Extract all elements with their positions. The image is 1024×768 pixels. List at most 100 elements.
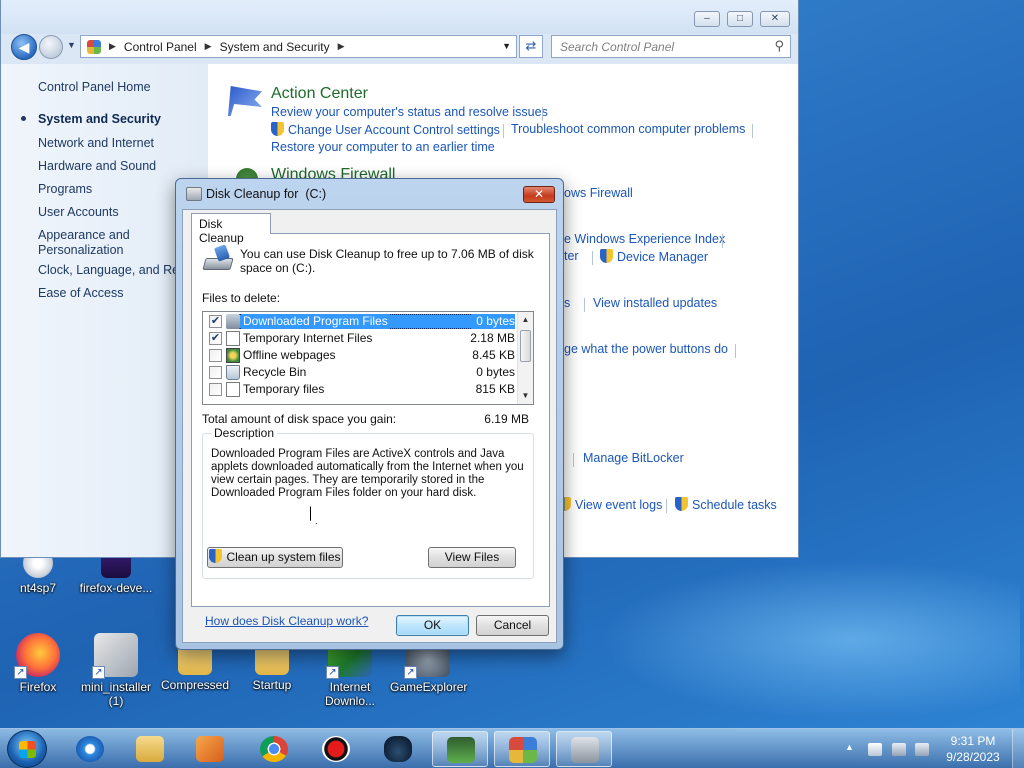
link-restore[interactable]: Restore your computer to an earlier time [271, 140, 495, 154]
refresh-button[interactable]: ⇄ [519, 35, 543, 58]
list-item[interactable]: Recycle Bin 0 bytes [203, 364, 519, 381]
close-button[interactable]: ✕ [760, 11, 790, 27]
forward-button[interactable] [39, 35, 63, 59]
back-button[interactable]: ◀ [11, 34, 37, 60]
link-label: Device Manager [617, 250, 709, 264]
link-divider [542, 107, 543, 121]
taskbar-recorder[interactable] [308, 731, 364, 767]
how-does-disk-cleanup-work-link[interactable]: How does Disk Cleanup work? [205, 614, 368, 628]
taskbar-disk-cleanup[interactable] [556, 731, 612, 767]
clean-up-system-files-button[interactable]: Clean up system files [207, 547, 343, 568]
minimize-button[interactable]: ‒ [694, 11, 720, 27]
sidebar-item-hardware[interactable]: Hardware and Sound [38, 159, 156, 173]
link-divider [666, 499, 667, 513]
list-item[interactable]: Temporary files 815 KB [203, 381, 519, 398]
link-divider [573, 453, 574, 467]
files-to-delete-list[interactable]: ✔ Downloaded Program Files 0 bytes ✔ Tem… [202, 311, 534, 405]
taskbar-chrome[interactable] [246, 731, 302, 767]
address-dropdown-icon[interactable]: ▼ [502, 41, 511, 51]
checkbox[interactable]: ✔ [209, 315, 222, 328]
link-label: Schedule tasks [692, 498, 777, 512]
cancel-button[interactable]: Cancel [476, 615, 549, 636]
breadcrumb-separator-icon[interactable]: ▶ [205, 41, 212, 52]
offline-webpages-icon [226, 348, 240, 363]
scrollbar-thumb[interactable] [520, 330, 531, 362]
sidebar-item-appearance[interactable]: Appearance and Personalization [38, 228, 148, 258]
checkbox[interactable]: ✔ [209, 332, 222, 345]
list-item[interactable]: ✔ Downloaded Program Files 0 bytes [203, 313, 519, 330]
sidebar-item-ease-of-access[interactable]: Ease of Access [38, 286, 123, 300]
control-panel-icon [509, 737, 537, 763]
show-hidden-icons-button[interactable]: ▲ [845, 742, 854, 752]
file-category-size: 0 bytes [472, 314, 515, 329]
chrome-icon [260, 736, 288, 762]
link-label: View event logs [575, 498, 663, 512]
file-category-name: Temporary files [243, 382, 325, 396]
list-item[interactable]: Offline webpages 8.45 KB [203, 347, 519, 364]
search-input[interactable]: Search Control Panel ⚲ [551, 35, 791, 58]
taskbar-internet-explorer[interactable] [62, 731, 118, 767]
network-icon[interactable] [892, 743, 906, 756]
link-review-status[interactable]: Review your computer's status and resolv… [271, 105, 548, 119]
link-manage-bitlocker[interactable]: Manage BitLocker [583, 451, 684, 465]
taskbar-system-monitor[interactable] [432, 731, 488, 767]
action-center-heading[interactable]: Action Center [271, 85, 368, 103]
maximize-button[interactable]: □ [727, 11, 753, 27]
link-schedule-tasks[interactable]: Schedule tasks [675, 497, 777, 512]
link-device-manager[interactable]: Device Manager [600, 249, 708, 264]
checkbox[interactable] [209, 366, 222, 379]
clock-time[interactable]: 9:31 PM [938, 734, 1008, 748]
taskbar-media-player[interactable] [182, 731, 238, 767]
control-panel-titlebar[interactable]: ‒ □ ✕ [1, 0, 798, 34]
link-partial-firewall[interactable]: ows Firewall [564, 186, 633, 200]
sidebar-item-user-accounts[interactable]: User Accounts [38, 205, 119, 219]
link-divider [503, 124, 504, 138]
sidebar-item-network[interactable]: Network and Internet [38, 136, 154, 150]
sidebar-item-clock[interactable]: Clock, Language, and Reg [38, 263, 186, 277]
breadcrumb-separator-icon[interactable]: ▶ [338, 41, 345, 52]
ok-button[interactable]: OK [396, 615, 469, 636]
close-button[interactable]: ✕ [523, 186, 555, 203]
scroll-down-icon[interactable]: ▼ [518, 388, 533, 404]
uac-shield-icon [209, 549, 223, 563]
checkbox[interactable] [209, 383, 222, 396]
shortcut-arrow-icon: ↗ [404, 666, 417, 679]
show-desktop-button[interactable] [1012, 729, 1024, 768]
link-divider [752, 124, 753, 138]
list-scrollbar[interactable]: ▲ ▼ [517, 312, 533, 404]
recent-pages-dropdown[interactable]: ▼ [67, 40, 76, 50]
tab-disk-cleanup[interactable]: Disk Cleanup [191, 213, 271, 245]
sidebar-item-system-security[interactable]: System and Security [21, 112, 161, 126]
sidebar-item-home[interactable]: Control Panel Home [38, 80, 151, 94]
link-partial-power-buttons[interactable]: ge what the power buttons do [564, 342, 728, 356]
sidebar-item-programs[interactable]: Programs [38, 182, 92, 196]
breadcrumb-control-panel[interactable]: Control Panel [124, 40, 197, 54]
button-label: Clean up system files [226, 550, 341, 564]
link-view-updates[interactable]: View installed updates [593, 296, 717, 310]
taskbar-control-panel[interactable] [494, 731, 550, 767]
taskbar-game-controller[interactable] [370, 731, 426, 767]
address-bar[interactable]: ▶ Control Panel ▶ System and Security ▶ … [80, 35, 517, 58]
link-change-uac[interactable]: Change User Account Control settings [271, 122, 500, 137]
link-partial-s[interactable]: s [564, 296, 570, 310]
link-troubleshoot[interactable]: Troubleshoot common computer problems [511, 122, 745, 136]
volume-muted-icon[interactable] [915, 743, 929, 756]
search-icon[interactable]: ⚲ [774, 38, 784, 54]
system-monitor-icon [447, 737, 475, 763]
link-view-event-logs[interactable]: View event logs [558, 497, 662, 512]
start-button[interactable] [7, 730, 47, 768]
desktop-icon-firefox[interactable]: ↗ Firefox [0, 633, 76, 694]
list-item[interactable]: ✔ Temporary Internet Files 2.18 MB [203, 330, 519, 347]
navigation-bar: ◀ ▼ ▶ Control Panel ▶ System and Securit… [1, 34, 798, 64]
link-partial-ter[interactable]: ter [564, 249, 579, 263]
clock-date[interactable]: 9/28/2023 [938, 750, 1008, 764]
taskbar-windows-explorer[interactable] [122, 731, 178, 767]
breadcrumb-system-security[interactable]: System and Security [220, 40, 330, 54]
action-center-flag-icon[interactable] [868, 743, 882, 756]
view-files-button[interactable]: View Files [428, 547, 516, 568]
desktop-icon-mini-installer[interactable]: ↗ mini_installer (1) [78, 633, 154, 708]
scroll-up-icon[interactable]: ▲ [518, 312, 533, 328]
link-partial-experience-index[interactable]: e Windows Experience Index [564, 232, 725, 246]
active-bullet-icon [21, 116, 26, 121]
checkbox[interactable] [209, 349, 222, 362]
